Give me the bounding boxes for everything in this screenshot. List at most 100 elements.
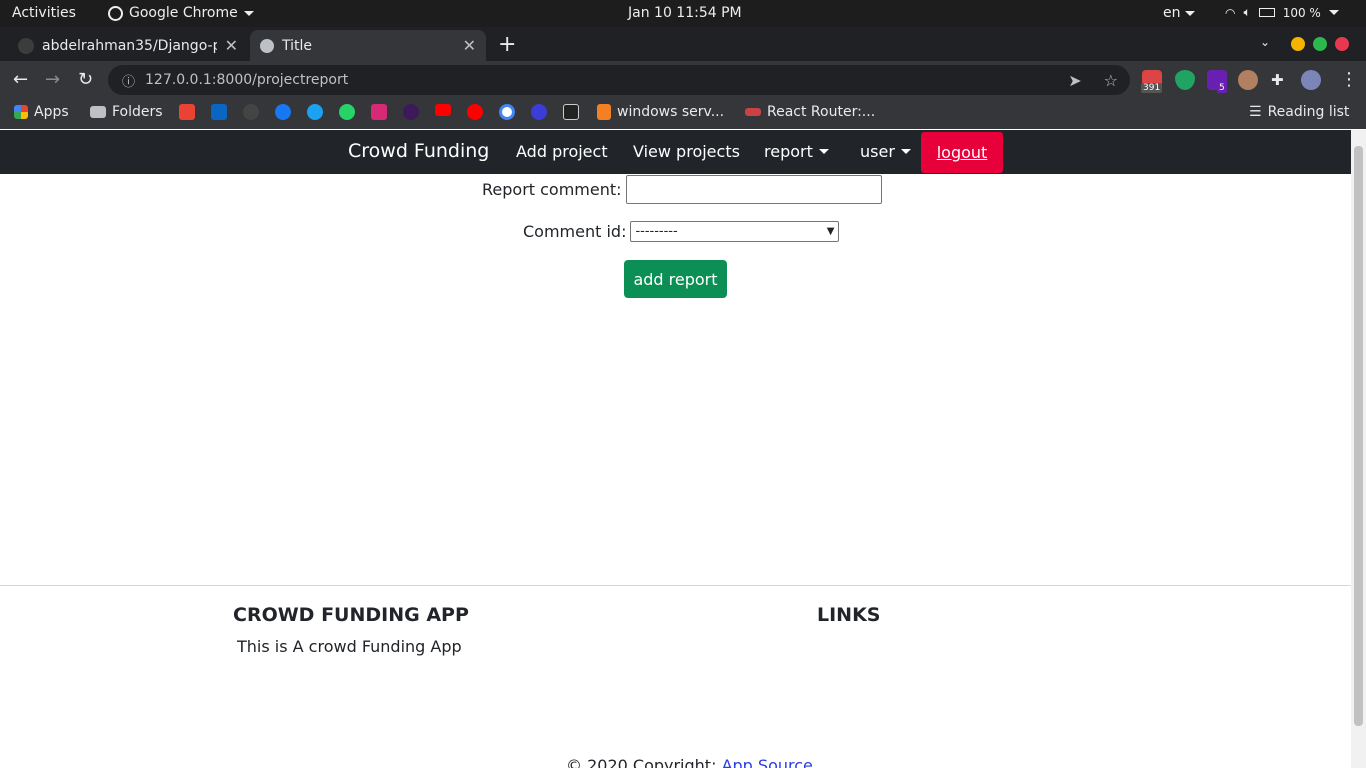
nav-add-project[interactable]: Add project [516,142,608,161]
back-icon[interactable]: ← [13,69,28,90]
bookmark-twitter[interactable] [307,104,323,120]
puzzle-icon[interactable]: ✚ [1271,71,1284,89]
tab-title-page[interactable]: Title ✕ [250,30,486,61]
system-top-bar: Activities Google Chrome Jan 10 11:54 PM… [0,0,1366,27]
google-icon [499,104,515,120]
close-tab-icon[interactable]: ✕ [463,36,476,55]
scrollbar-thumb[interactable] [1354,146,1363,726]
chevron-down-icon [1184,10,1195,16]
bookmark-folders[interactable]: Folders [90,104,163,120]
github-icon [18,37,34,54]
bookmarks-bar: Apps Folders windows serv... React Route… [0,99,1366,129]
page-viewport: Crowd Funding Add project View projects … [0,130,1351,768]
avatar[interactable] [1301,70,1321,90]
comment-id-select[interactable]: --------- ▼ [630,221,840,242]
bookmark-youtube-music[interactable] [467,104,483,120]
github-icon [243,104,259,120]
star-icon[interactable]: ☆ [1104,71,1118,90]
app-source-link[interactable]: App Source [722,756,813,768]
bookmark-facebook[interactable] [275,104,291,120]
footer-links-heading: LINKS [817,604,881,626]
report-comment-row: Report comment: [482,175,882,204]
tab-search-icon[interactable]: ⌄ [1260,35,1270,49]
twitter-icon [307,104,323,120]
reading-list-label: Reading list [1267,104,1350,120]
stackoverflow-icon [597,104,611,120]
bookmark-google[interactable] [499,104,515,120]
facebook-icon [275,104,291,120]
nav-report-dropdown[interactable]: report [764,142,829,161]
chevron-down-icon: ▼ [826,226,835,237]
send-icon[interactable]: ➤ [1068,71,1081,90]
reading-list[interactable]: ☰ Reading list [1249,104,1349,120]
wifi-icon: ◠ [1225,5,1236,20]
app-menu[interactable]: Google Chrome [108,5,254,21]
youtube-icon [435,104,451,116]
apps-grid-icon [14,105,28,119]
comment-id-selected: --------- [635,224,678,239]
bookmark-linkedin[interactable] [211,104,227,120]
spy-extension-icon[interactable] [1238,70,1258,90]
system-menu[interactable]: ◠ 🔈︎ 100 % [1225,5,1339,20]
footer-app-heading: CROWD FUNDING APP [233,604,469,626]
extension-count-badge: 5 [1217,83,1227,93]
language-indicator[interactable]: en [1163,5,1195,21]
activities-button[interactable]: Activities [12,5,76,21]
instagram-icon [371,104,387,120]
site-footer: CROWD FUNDING APP This is A crowd Fundin… [0,585,1351,768]
bookmark-github[interactable] [243,104,259,120]
forward-icon[interactable]: → [45,69,60,90]
browser-toolbar: ← → ↻ ⓘ 127.0.0.1:8000/projectreport ➤ ☆… [0,61,1366,99]
info-icon[interactable]: ⓘ [122,71,135,90]
bookmark-whatsapp[interactable] [339,104,355,120]
site-navbar: Crowd Funding Add project View projects … [0,130,1351,174]
bookmark-youtube[interactable] [435,104,451,116]
report-comment-input[interactable] [625,175,882,204]
lion-icon [403,104,419,120]
reading-list-icon: ☰ [1249,104,1262,120]
youtube-music-icon [467,104,483,120]
chevron-down-icon [900,149,911,154]
nav-user-dropdown[interactable]: user [860,142,911,161]
bookmark-gmail[interactable] [179,104,195,120]
bookmark-c[interactable] [531,104,547,120]
nav-report-label: report [764,142,813,161]
mail-count-badge: 391 [1141,83,1163,93]
bookmark-react-router[interactable]: React Router:... [745,104,875,120]
bookmark-instagram[interactable] [371,104,387,120]
chevron-down-icon [243,10,254,16]
shield-icon[interactable] [1175,70,1195,90]
reload-icon[interactable]: ↻ [78,69,93,90]
address-bar[interactable]: ⓘ 127.0.0.1:8000/projectreport ➤ ☆ [108,65,1130,95]
new-tab-button[interactable]: + [498,32,516,57]
tab-github[interactable]: abdelrahman35/Django-p ✕ [8,30,248,61]
nav-view-projects[interactable]: View projects [633,142,740,161]
minimize-button[interactable] [1291,37,1305,51]
battery-label: 100 % [1282,5,1321,20]
react-router-icon [745,108,761,116]
clock[interactable]: Jan 10 11:54 PM [628,5,742,21]
footer-app-description: This is A crowd Funding App [237,637,462,656]
close-tab-icon[interactable]: ✕ [225,36,238,55]
bookmark-label: React Router:... [767,104,876,120]
volume-icon: 🔈︎ [1243,5,1251,19]
copyright: © 2020 Copyright: App Source [566,756,813,768]
bookmark-apps[interactable]: Apps [14,104,69,120]
copyright-text: © 2020 Copyright: [566,756,717,768]
page-scrollbar[interactable] [1351,130,1366,768]
brand-link[interactable]: Crowd Funding [348,140,489,162]
folder-icon [90,106,106,118]
globe-icon [260,38,274,53]
tab-title: Title [282,37,313,54]
add-report-button[interactable]: add report [624,260,727,298]
close-window-button[interactable] [1335,37,1349,51]
logout-button[interactable]: logout [921,132,1003,173]
whatsapp-icon [339,104,355,120]
tab-strip: abdelrahman35/Django-p ✕ Title ✕ + ⌄ [0,27,1366,61]
comment-id-label: Comment id: [523,222,627,241]
maximize-button[interactable] [1313,37,1327,51]
bookmark-premier[interactable] [403,104,419,120]
menu-icon[interactable]: ⋮ [1340,69,1358,90]
bookmark-x[interactable] [563,104,579,120]
bookmark-windows[interactable]: windows serv... [597,104,724,120]
